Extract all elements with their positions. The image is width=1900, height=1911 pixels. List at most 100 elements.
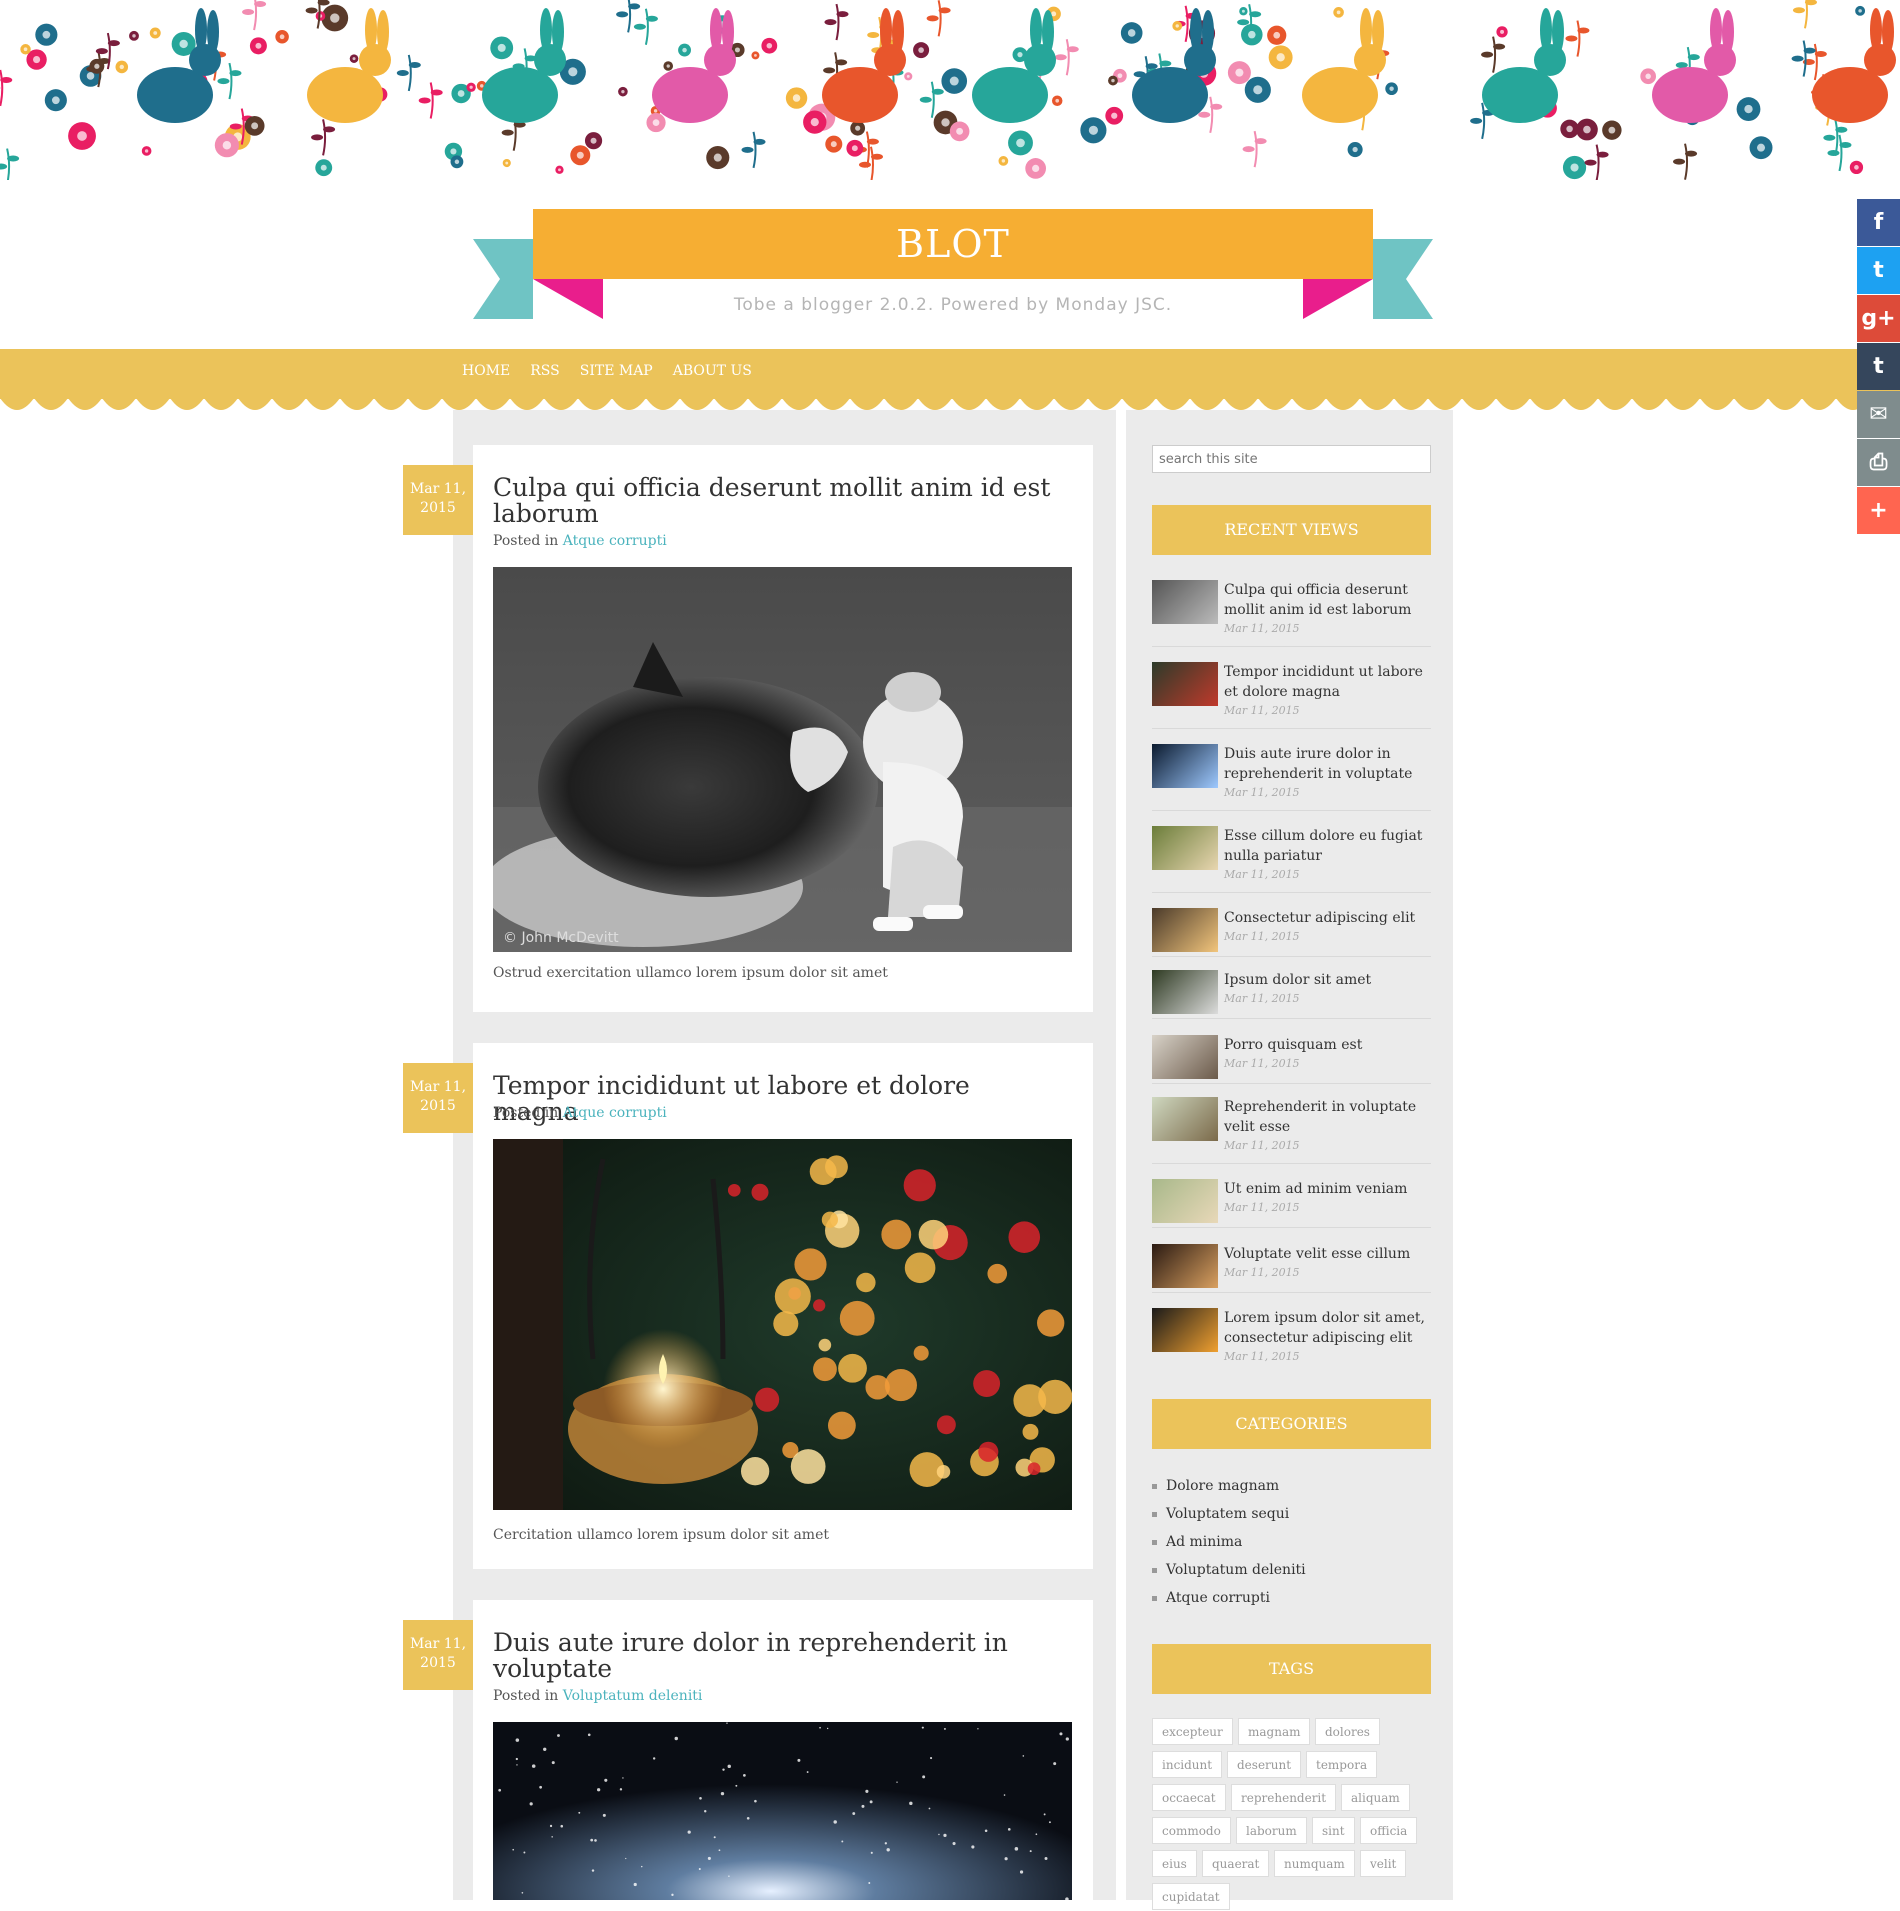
recent-thumbnail[interactable] <box>1152 662 1218 706</box>
recent-title[interactable]: Tempor incididunt ut labore et dolore ma… <box>1224 662 1429 702</box>
tag-item[interactable]: deserunt <box>1227 1751 1301 1778</box>
post-image[interactable]: © John McDevitt <box>493 567 1072 952</box>
recent-divider <box>1152 810 1431 811</box>
post-date-year: 2015 <box>403 499 473 518</box>
recent-date: Mar 11, 2015 <box>1224 868 1300 881</box>
tag-item[interactable]: numquam <box>1274 1850 1355 1877</box>
tag-item[interactable]: commodo <box>1152 1817 1231 1844</box>
more-icon[interactable]: + <box>1857 487 1900 534</box>
tag-item[interactable]: magnam <box>1238 1718 1310 1745</box>
recent-date: Mar 11, 2015 <box>1224 1201 1300 1214</box>
posted-in-label: Posted in <box>493 1688 558 1704</box>
tag-item[interactable]: tempora <box>1306 1751 1377 1778</box>
category-item[interactable]: Voluptatum deleniti <box>1152 1556 1306 1584</box>
post-date: Mar 11, 2015 <box>403 1620 473 1690</box>
post-meta: Posted in Atque corrupti <box>493 1105 667 1121</box>
tag-item[interactable]: sint <box>1312 1817 1355 1844</box>
recent-title[interactable]: Consectetur adipiscing elit <box>1224 908 1429 928</box>
recent-thumbnail[interactable] <box>1152 970 1218 1014</box>
recent-thumbnail[interactable] <box>1152 1244 1218 1288</box>
recent-title[interactable]: Esse cillum dolore eu fugiat nulla paria… <box>1224 826 1429 866</box>
bullet-icon <box>1152 1568 1157 1573</box>
tag-item[interactable]: excepteur <box>1152 1718 1233 1745</box>
category-label[interactable]: Voluptatem sequi <box>1166 1506 1289 1522</box>
recent-title[interactable]: Reprehenderit in voluptate velit esse <box>1224 1097 1429 1137</box>
post-title[interactable]: Culpa qui officia deserunt mollit anim i… <box>493 475 1063 527</box>
tumblr-icon[interactable]: t <box>1857 343 1900 390</box>
tag-item[interactable]: officia <box>1360 1817 1417 1844</box>
recent-title[interactable]: Voluptate velit esse cillum <box>1224 1244 1429 1264</box>
recent-title[interactable]: Culpa qui officia deserunt mollit anim i… <box>1224 580 1429 620</box>
tag-item[interactable]: dolores <box>1315 1718 1380 1745</box>
tag-item[interactable]: occaecat <box>1152 1784 1226 1811</box>
tag-item[interactable]: eius <box>1152 1850 1197 1877</box>
tag-item[interactable]: aliquam <box>1341 1784 1410 1811</box>
post-excerpt: Cercitation ullamco lorem ipsum dolor si… <box>493 1527 829 1543</box>
floral-header-band <box>0 0 1900 180</box>
recent-divider <box>1152 956 1431 957</box>
category-label[interactable]: Voluptatum deleniti <box>1166 1562 1306 1578</box>
recent-thumbnail[interactable] <box>1152 1097 1218 1141</box>
nav-home[interactable]: HOME <box>462 349 510 393</box>
category-label[interactable]: Ad minima <box>1166 1534 1242 1550</box>
recent-views-title: RECENT VIEWS <box>1152 505 1431 555</box>
recent-date: Mar 11, 2015 <box>1224 1266 1300 1279</box>
post-title[interactable]: Duis aute irure dolor in reprehenderit i… <box>493 1630 1063 1682</box>
recent-divider <box>1152 1292 1431 1293</box>
recent-title[interactable]: Ipsum dolor sit amet <box>1224 970 1429 990</box>
recent-thumbnail[interactable] <box>1152 744 1218 788</box>
recent-thumbnail[interactable] <box>1152 1308 1218 1352</box>
nav-about-us[interactable]: ABOUT US <box>673 349 752 393</box>
print-icon[interactable]: ⎙ <box>1857 439 1900 486</box>
recent-divider <box>1152 1083 1431 1084</box>
recent-date: Mar 11, 2015 <box>1224 992 1300 1005</box>
candle-lantern-photo <box>493 1139 1072 1510</box>
recent-thumbnail[interactable] <box>1152 826 1218 870</box>
category-label[interactable]: Dolore magnam <box>1166 1478 1279 1494</box>
post-category-link[interactable]: Atque corrupti <box>563 533 667 549</box>
facebook-icon[interactable]: f <box>1857 199 1900 246</box>
tag-item[interactable]: laborum <box>1236 1817 1307 1844</box>
nav-rss[interactable]: RSS <box>530 349 559 393</box>
space-photo <box>493 1722 1072 1900</box>
recent-thumbnail[interactable] <box>1152 1179 1218 1223</box>
email-icon[interactable]: ✉ <box>1857 391 1900 438</box>
recent-divider <box>1152 1018 1431 1019</box>
post-category-link[interactable]: Atque corrupti <box>563 1105 667 1121</box>
recent-thumbnail[interactable] <box>1152 908 1218 952</box>
recent-divider <box>1152 1227 1431 1228</box>
googleplus-icon[interactable]: g+ <box>1857 295 1900 342</box>
recent-title[interactable]: Duis aute irure dolor in reprehenderit i… <box>1224 744 1429 784</box>
tag-item[interactable]: quaerat <box>1202 1850 1269 1877</box>
category-item[interactable]: Ad minima <box>1152 1528 1306 1556</box>
tag-item[interactable]: incidunt <box>1152 1751 1222 1778</box>
recent-title[interactable]: Lorem ipsum dolor sit amet, consectetur … <box>1224 1308 1429 1348</box>
search-input[interactable] <box>1152 445 1431 473</box>
post-image[interactable] <box>493 1139 1072 1510</box>
tag-item[interactable]: velit <box>1360 1850 1406 1877</box>
site-banner: BLOT Tobe a blogger 2.0.2. Powered by Mo… <box>0 195 1900 335</box>
recent-date: Mar 11, 2015 <box>1224 704 1300 717</box>
post-meta: Posted in Voluptatum deleniti <box>493 1688 702 1704</box>
category-label[interactable]: Atque corrupti <box>1166 1590 1270 1606</box>
recent-thumbnail[interactable] <box>1152 580 1218 624</box>
post-category-link[interactable]: Voluptatum deleniti <box>563 1688 703 1704</box>
recent-title[interactable]: Ut enim ad minim veniam <box>1224 1179 1429 1199</box>
posted-in-label: Posted in <box>493 533 558 549</box>
category-item[interactable]: Dolore magnam <box>1152 1472 1306 1500</box>
recent-title[interactable]: Porro quisquam est <box>1224 1035 1429 1055</box>
recent-date: Mar 11, 2015 <box>1224 786 1300 799</box>
site-title[interactable]: BLOT <box>533 209 1373 279</box>
twitter-icon[interactable]: t <box>1857 247 1900 294</box>
tag-item[interactable]: cupidatat <box>1152 1883 1230 1910</box>
post-date-day: Mar 11, <box>403 1635 473 1654</box>
post-date-year: 2015 <box>403 1097 473 1116</box>
category-item[interactable]: Atque corrupti <box>1152 1584 1306 1612</box>
nav-site-map[interactable]: SITE MAP <box>580 349 653 393</box>
tag-item[interactable]: reprehenderit <box>1231 1784 1336 1811</box>
post-image[interactable] <box>493 1722 1072 1900</box>
bullet-icon <box>1152 1596 1157 1601</box>
recent-date: Mar 11, 2015 <box>1224 930 1300 943</box>
category-item[interactable]: Voluptatem sequi <box>1152 1500 1306 1528</box>
recent-thumbnail[interactable] <box>1152 1035 1218 1079</box>
